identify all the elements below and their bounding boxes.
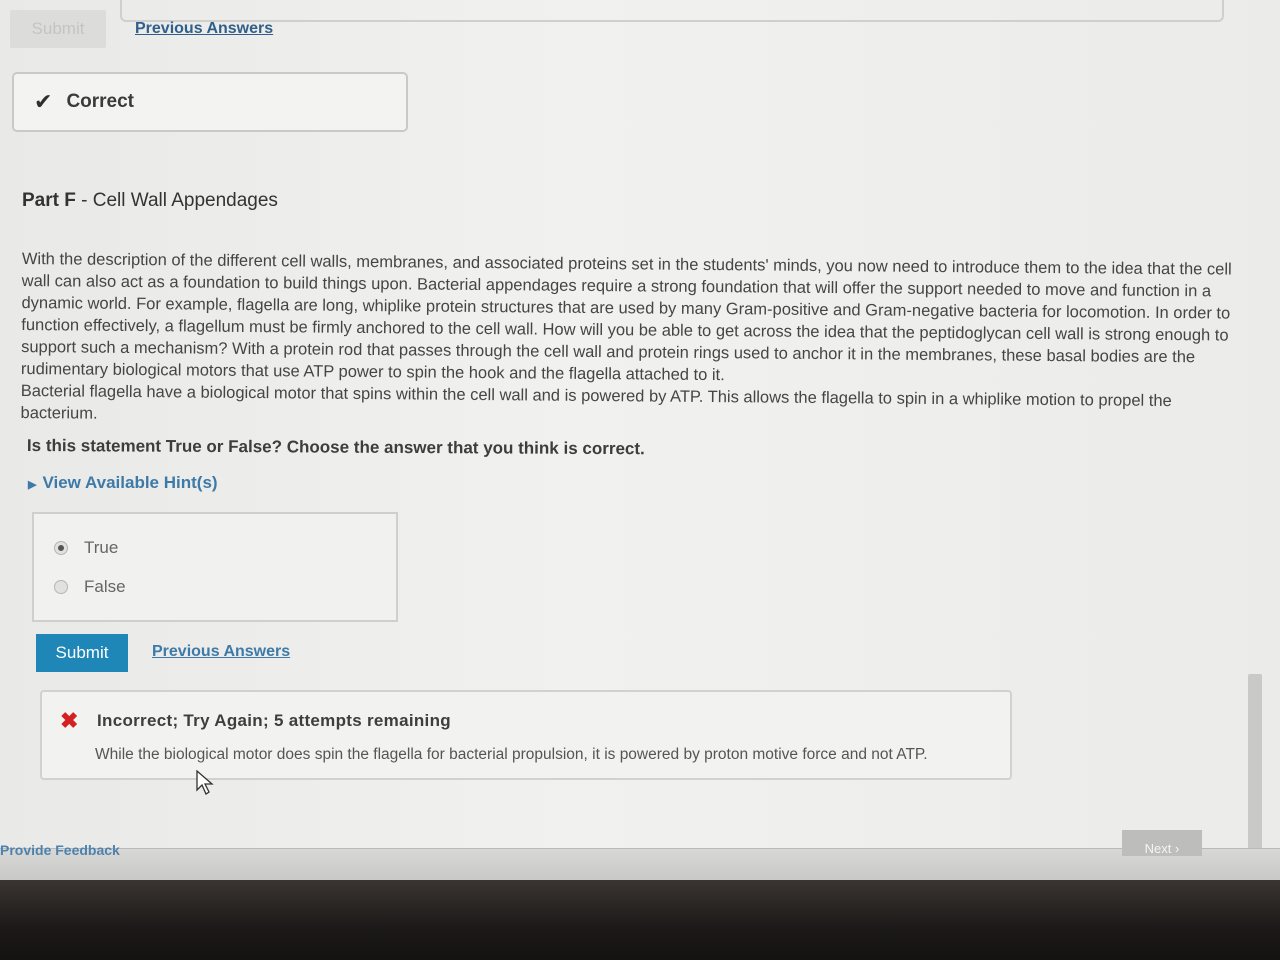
incorrect-feedback: ✖ Incorrect; Try Again; 5 attempts remai… [40, 690, 1012, 780]
x-icon: ✖ [60, 708, 79, 733]
incorrect-title: Incorrect; Try Again; 5 attempts remaini… [97, 711, 451, 730]
part-separator: - [75, 190, 93, 211]
option-label: False [84, 577, 126, 596]
top-submit-button[interactable]: Submit [10, 10, 106, 48]
question-prompt: Is this statement True or False? Choose … [26, 436, 645, 459]
correct-banner: ✔ Correct [12, 72, 408, 132]
next-button[interactable]: Next › [1122, 830, 1202, 856]
top-previous-answers-link[interactable]: Previous Answers [135, 20, 273, 38]
submit-button[interactable]: Submit [36, 634, 128, 672]
answer-options: True False [32, 512, 398, 622]
check-icon: ✔ [34, 89, 53, 114]
question-description: With the description of the different ce… [20, 248, 1231, 435]
monitor-bottom-edge [0, 848, 1280, 883]
part-label: Part F [22, 190, 76, 211]
correct-text: Correct [66, 91, 135, 112]
triangle-right-icon: ▶ [28, 479, 37, 491]
scrollbar[interactable] [1248, 674, 1262, 850]
option-label: True [84, 538, 119, 557]
option-true[interactable]: True [54, 538, 118, 558]
browser-screen: Submit Previous Answers ✔ Correct Part F… [0, 0, 1280, 880]
view-hints-link[interactable]: ▶ View Available Hint(s) [28, 473, 218, 493]
provide-feedback-link[interactable]: Provide Feedback [0, 842, 120, 858]
radio-true[interactable] [54, 541, 68, 555]
incorrect-message: While the biological motor does spin the… [95, 746, 928, 763]
part-title: Part F - Cell Wall Appendages [22, 190, 278, 212]
part-name: Cell Wall Appendages [92, 190, 278, 211]
radio-false[interactable] [54, 580, 68, 594]
top-frame [120, 0, 1224, 22]
statement-text: Bacterial flagella have a biological mot… [20, 381, 1172, 423]
previous-answers-link[interactable]: Previous Answers [152, 643, 290, 661]
hints-label: View Available Hint(s) [42, 473, 218, 492]
monitor-bezel [0, 880, 1280, 960]
mouse-cursor-icon [196, 770, 214, 795]
option-false[interactable]: False [54, 577, 126, 597]
description-text: With the description of the different ce… [20, 249, 1232, 385]
